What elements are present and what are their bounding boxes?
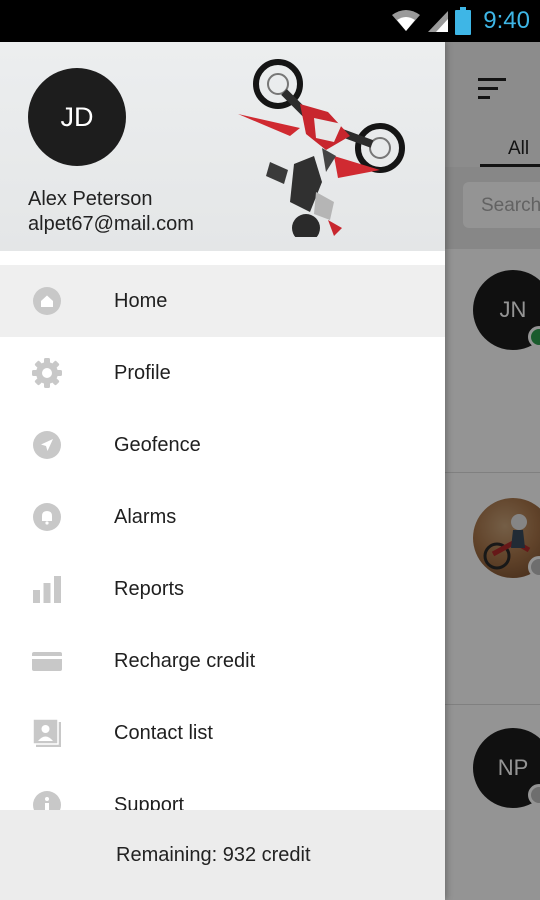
navigation-icon bbox=[32, 430, 62, 460]
remaining-credit-label: Remaining: 932 credit bbox=[116, 844, 311, 866]
bar-chart-icon bbox=[32, 574, 62, 604]
menu-item-label: Recharge credit bbox=[114, 649, 256, 672]
menu-item-label: Profile bbox=[114, 361, 171, 384]
user-email: alpet67@mail.com bbox=[28, 213, 194, 235]
signal-icon bbox=[428, 11, 449, 32]
wifi-icon bbox=[392, 10, 421, 31]
gear-icon bbox=[32, 358, 62, 388]
menu-item-home[interactable]: Home bbox=[0, 265, 445, 337]
menu-item-label: Reports bbox=[114, 577, 185, 600]
menu-item-reports[interactable]: Reports bbox=[0, 553, 445, 625]
menu-item-alarms[interactable]: Alarms bbox=[0, 481, 445, 553]
credit-card-icon bbox=[32, 646, 62, 676]
status-bar: 9:40 bbox=[0, 0, 540, 42]
home-icon bbox=[32, 286, 62, 316]
motocross-header-image bbox=[238, 59, 405, 237]
clock-time: 9:40 bbox=[483, 7, 530, 34]
battery-icon bbox=[455, 7, 472, 35]
menu-item-label: Geofence bbox=[114, 433, 201, 456]
user-initials: JD bbox=[60, 101, 94, 132]
contacts-icon bbox=[32, 718, 62, 748]
user-name: Alex Peterson bbox=[28, 188, 153, 210]
drawer-header: JD Alex Peterson alpet67@mail.com bbox=[0, 42, 445, 251]
user-avatar[interactable]: JD bbox=[28, 68, 126, 166]
menu-item-label: Alarms bbox=[114, 505, 177, 528]
menu-item-profile[interactable]: Profile bbox=[0, 337, 445, 409]
menu-item-geofence[interactable]: Geofence bbox=[0, 409, 445, 481]
credit-footer: Remaining: 932 credit bbox=[0, 810, 445, 900]
menu-item-contact-list[interactable]: Contact list bbox=[0, 697, 445, 769]
navigation-drawer: JD Alex Peterson alpet67@mail.com Home P… bbox=[0, 42, 445, 900]
menu-item-label: Home bbox=[114, 289, 168, 312]
drawer-menu: Home Profile Geofence Alarms Reports Rec… bbox=[0, 265, 445, 841]
menu-item-recharge-credit[interactable]: Recharge credit bbox=[0, 625, 445, 697]
bell-icon bbox=[32, 502, 62, 532]
menu-item-label: Contact list bbox=[114, 721, 213, 744]
